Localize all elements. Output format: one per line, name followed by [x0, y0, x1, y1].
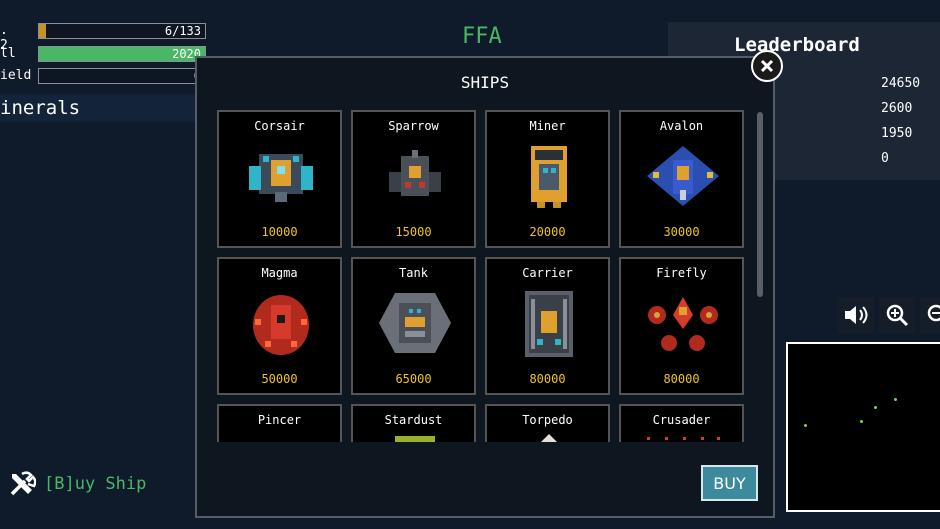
zoom-in-icon — [886, 304, 909, 327]
ship-image — [525, 291, 573, 357]
ship-card[interactable]: Firefly 80000 — [619, 257, 744, 395]
ship-card[interactable]: Miner 20000 — [485, 110, 610, 248]
hull-bar: 2020 — [38, 46, 206, 62]
zoom-in-button[interactable] — [879, 297, 915, 333]
ship-price: 50000 — [261, 372, 298, 386]
leaderboard-score: 2600 — [881, 101, 913, 116]
ship-image — [253, 295, 309, 355]
minimap-dot — [860, 420, 863, 423]
ship-name: Corsair — [254, 119, 305, 133]
minimap — [786, 342, 940, 512]
ship-image — [395, 436, 435, 442]
ship-price: 30000 — [663, 225, 700, 239]
ship-image — [531, 146, 567, 208]
tools-icon — [10, 471, 36, 496]
zoom-out-icon — [927, 304, 940, 322]
ship-name: Crusader — [652, 413, 711, 427]
minerals-panel: inerals — [0, 94, 195, 122]
ship-name: Carrier — [522, 266, 573, 280]
minerals-label: inerals — [0, 97, 81, 119]
close-icon — [760, 59, 774, 73]
ships-modal: SHIPS Corsair 10000 Sparrow 15000 Miner … — [195, 50, 783, 518]
ship-name: Tank — [399, 266, 428, 280]
ship-card[interactable]: Corsair 10000 — [217, 110, 342, 248]
ship-price: 80000 — [529, 372, 566, 386]
sound-button[interactable] — [838, 297, 874, 333]
ship-image — [541, 434, 557, 442]
ship-card[interactable]: Tank 65000 — [351, 257, 476, 395]
ship-card[interactable]: Torpedo — [485, 404, 610, 442]
minimap-dot — [874, 406, 877, 409]
leaderboard-score: 0 — [881, 151, 889, 166]
ship-name: Pincer — [257, 413, 302, 427]
ship-name: Avalon — [659, 119, 704, 133]
xp-bar: 6/133 — [38, 23, 206, 39]
ship-card[interactable]: Stardust — [351, 404, 476, 442]
ship-name: Magma — [261, 266, 298, 280]
ship-card[interactable]: Avalon 30000 — [619, 110, 744, 248]
ship-name: Torpedo — [522, 413, 573, 427]
ship-price: 80000 — [663, 372, 700, 386]
ship-name: Stardust — [384, 413, 443, 427]
leaderboard-title: Leaderboard — [734, 34, 860, 56]
ship-name: Sparrow — [388, 119, 439, 133]
ship-image — [647, 146, 719, 206]
buy-button[interactable]: BUY — [701, 465, 758, 501]
zoom-out-button[interactable] — [920, 297, 940, 333]
leaderboard-score: 1950 — [881, 126, 913, 141]
modal-title: SHIPS — [460, 73, 510, 92]
shield-bar: 0 — [38, 68, 206, 84]
hull-label: ll — [0, 46, 16, 61]
ship-grid: Corsair 10000 Sparrow 15000 Miner 20000 … — [217, 110, 747, 442]
game-mode: FFA — [462, 24, 502, 49]
minimap-dot — [894, 398, 897, 401]
close-button[interactable] — [751, 50, 783, 82]
ship-card[interactable]: Carrier 80000 — [485, 257, 610, 395]
speaker-icon — [845, 306, 868, 324]
ship-price: 65000 — [395, 372, 432, 386]
ship-price: 15000 — [395, 225, 432, 239]
ship-image — [647, 437, 720, 440]
ship-card[interactable]: Magma 50000 — [217, 257, 342, 395]
ship-card[interactable]: Pincer — [217, 404, 342, 442]
ship-name: Firefly — [656, 266, 707, 280]
ship-card[interactable]: Crusader — [619, 404, 744, 442]
ship-image — [379, 293, 451, 353]
ship-price: 10000 — [261, 225, 298, 239]
ship-card[interactable]: Sparrow 15000 — [351, 110, 476, 248]
scrollbar-thumb[interactable] — [757, 112, 763, 297]
ship-price: 20000 — [529, 225, 566, 239]
ship-image — [249, 154, 313, 202]
ship-name: Miner — [529, 119, 566, 133]
shield-label: ield — [0, 68, 32, 83]
ship-image — [389, 150, 441, 196]
xp-bar-fill — [39, 24, 47, 38]
ship-image — [648, 297, 718, 351]
buy-ship-label: [B]uy Ship — [44, 474, 147, 494]
buy-ship-hint[interactable]: [B]uy Ship — [8, 470, 146, 498]
minimap-dot — [804, 424, 807, 427]
xp-text: 6/133 — [164, 24, 201, 38]
leaderboard-score: 24650 — [881, 76, 921, 91]
ship-list-scrollbar[interactable] — [756, 110, 764, 440]
